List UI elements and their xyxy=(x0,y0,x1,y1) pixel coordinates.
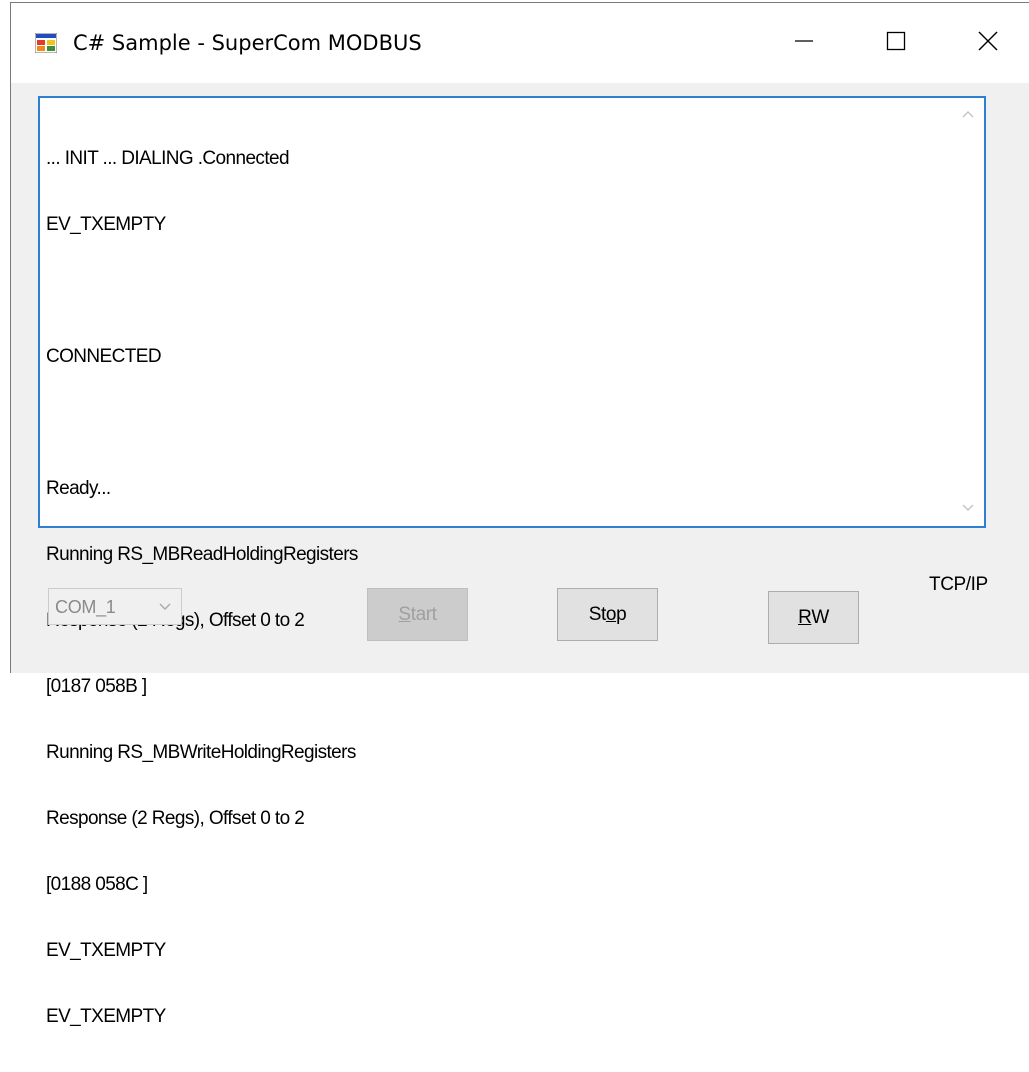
stop-button[interactable]: St o p xyxy=(557,588,658,641)
log-line: CONNECTED xyxy=(46,346,162,367)
rw-label-mnemonic: R xyxy=(798,606,812,628)
log-line: EV_TXEMPTY xyxy=(46,940,166,961)
chevron-up-icon xyxy=(961,106,975,124)
rw-label-post: W xyxy=(811,606,829,628)
rw-button[interactable]: RW xyxy=(768,591,859,644)
log-textbox[interactable]: ... INIT ... DIALING .Connected EV_TXEMP… xyxy=(38,96,986,1027)
log-line: [0188 058C ] xyxy=(46,874,148,895)
app-window: C# Sample - SuperCom MODBUS ... INIT ...… xyxy=(10,2,1029,1027)
log-line: Ready... xyxy=(46,478,111,499)
stop-label-pre: St xyxy=(588,603,607,625)
chevron-down-icon[interactable] xyxy=(155,597,175,617)
stop-label-post: p xyxy=(616,603,627,625)
scroll-down-button[interactable] xyxy=(952,494,984,524)
log-line: Running RS_MBWriteHoldingRegisters xyxy=(46,742,356,763)
minimize-button[interactable] xyxy=(758,3,850,83)
window-title: C# Sample - SuperCom MODBUS xyxy=(73,31,422,55)
minimize-icon xyxy=(794,31,814,56)
stop-label-mnemonic: o xyxy=(605,603,617,625)
start-label-mnemonic: S xyxy=(398,603,411,625)
log-line: ... INIT ... DIALING .Connected xyxy=(46,148,290,169)
port-combobox[interactable]: COM_1 xyxy=(48,588,182,625)
close-icon xyxy=(978,31,998,56)
log-scrollbar[interactable] xyxy=(952,98,984,526)
close-button[interactable] xyxy=(942,3,1029,83)
start-label-post: tart xyxy=(410,603,437,625)
log-line: Running RS_MBReadHoldingRegisters xyxy=(46,544,358,565)
start-button[interactable]: Start xyxy=(367,588,468,641)
log-line: [0187 058B ] xyxy=(46,676,147,697)
log-line: EV_TXEMPTY xyxy=(46,214,166,235)
port-combobox-value: COM_1 xyxy=(55,597,116,617)
title-bar[interactable]: C# Sample - SuperCom MODBUS xyxy=(11,3,1029,83)
maximize-button[interactable] xyxy=(850,3,942,83)
maximize-icon xyxy=(886,31,906,56)
app-window-icon[interactable] xyxy=(34,32,58,54)
log-line: EV_TXEMPTY xyxy=(46,1006,166,1027)
chevron-down-icon xyxy=(961,500,975,518)
log-line: Response (2 Regs), Offset 0 to 2 xyxy=(46,808,305,829)
protocol-label: TCP/IP xyxy=(929,574,988,595)
scroll-up-button[interactable] xyxy=(952,100,984,130)
